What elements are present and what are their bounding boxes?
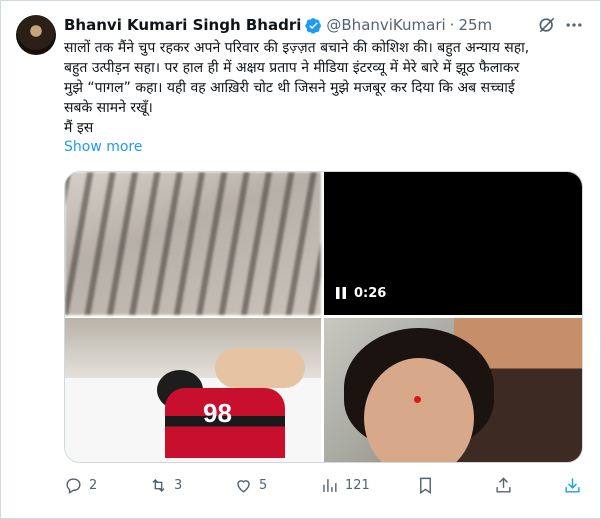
more-icon[interactable] — [564, 15, 584, 35]
media-video[interactable]: 0:26 — [324, 172, 582, 315]
pause-icon[interactable] — [334, 286, 348, 300]
grok-icon[interactable] — [537, 15, 557, 35]
media-photo-blurred[interactable] — [65, 172, 321, 315]
share-icon — [496, 476, 511, 493]
views-count: 121 — [345, 477, 370, 493]
patient — [215, 348, 305, 388]
reply-count: 2 — [89, 477, 98, 493]
download-icon — [565, 477, 580, 493]
bindi — [414, 396, 421, 403]
like-button[interactable]: 5 — [234, 473, 267, 497]
reply-button[interactable]: 2 — [64, 473, 97, 497]
like-count: 5 — [259, 477, 268, 493]
like-icon — [237, 479, 250, 493]
bookmark-icon — [420, 477, 431, 494]
share-button[interactable] — [494, 473, 513, 497]
verified-badge-icon — [305, 17, 322, 34]
reply-icon — [66, 477, 81, 494]
media-photo-hospital[interactable]: 98 — [65, 318, 321, 462]
show-more-link[interactable]: Show more — [64, 139, 143, 155]
video-time: 0:26 — [354, 285, 387, 301]
repost-icon — [152, 478, 165, 492]
tweet-time[interactable]: 25m — [458, 16, 492, 34]
download-button[interactable] — [563, 473, 582, 497]
repost-count: 3 — [174, 477, 183, 493]
views-button[interactable]: 121 — [320, 473, 370, 497]
media-grid: 0:26 98 — [64, 171, 583, 463]
repost-button[interactable]: 3 — [149, 473, 182, 497]
action-bar: 2 3 5 121 — [64, 473, 581, 497]
author-name[interactable]: Bhanvi Kumari Singh Bhadri — [64, 16, 301, 34]
header-separator: · — [449, 16, 455, 34]
video-timestamp: 0:26 — [334, 281, 386, 305]
author-handle[interactable]: @BhanviKumari — [326, 16, 445, 34]
views-icon — [323, 478, 337, 492]
tweet-header: Bhanvi Kumari Singh Bhadri @BhanviKumari… — [64, 14, 492, 36]
jersey-number: 98 — [203, 398, 232, 428]
tweet-card: Bhanvi Kumari Singh Bhadri @BhanviKumari… — [0, 0, 601, 519]
avatar[interactable] — [16, 15, 56, 55]
bookmark-button[interactable] — [416, 473, 435, 497]
tweet-text: सालों तक मैंने चुप रहकर अपने परिवार की इ… — [64, 40, 530, 136]
media-photo-selfie[interactable] — [324, 318, 582, 462]
